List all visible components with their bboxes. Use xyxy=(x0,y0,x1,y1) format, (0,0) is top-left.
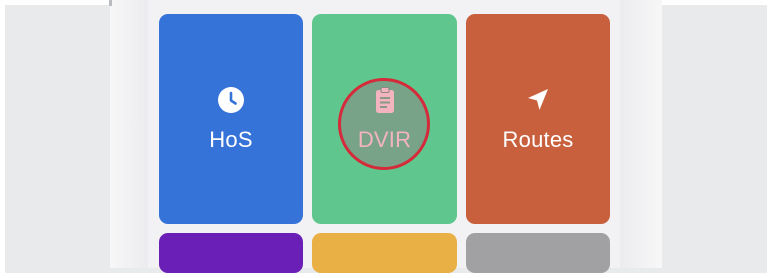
hos-tile[interactable]: HoS xyxy=(159,14,303,224)
navigation-arrow-icon xyxy=(528,89,548,110)
hos-tile-label: HoS xyxy=(209,127,253,152)
phone-edge-right xyxy=(620,0,662,268)
purple-tile[interactable] xyxy=(159,233,303,273)
clipboard-icon xyxy=(375,87,394,113)
gray-tile[interactable] xyxy=(466,233,610,273)
clock-icon xyxy=(218,87,244,113)
window-handle xyxy=(109,0,112,6)
phone-edge-left xyxy=(110,0,148,268)
dvir-tile-label: DVIR xyxy=(357,127,412,152)
yellow-tile[interactable] xyxy=(312,233,457,273)
routes-tile[interactable]: Routes xyxy=(466,14,610,224)
routes-tile-label: Routes xyxy=(502,127,574,152)
